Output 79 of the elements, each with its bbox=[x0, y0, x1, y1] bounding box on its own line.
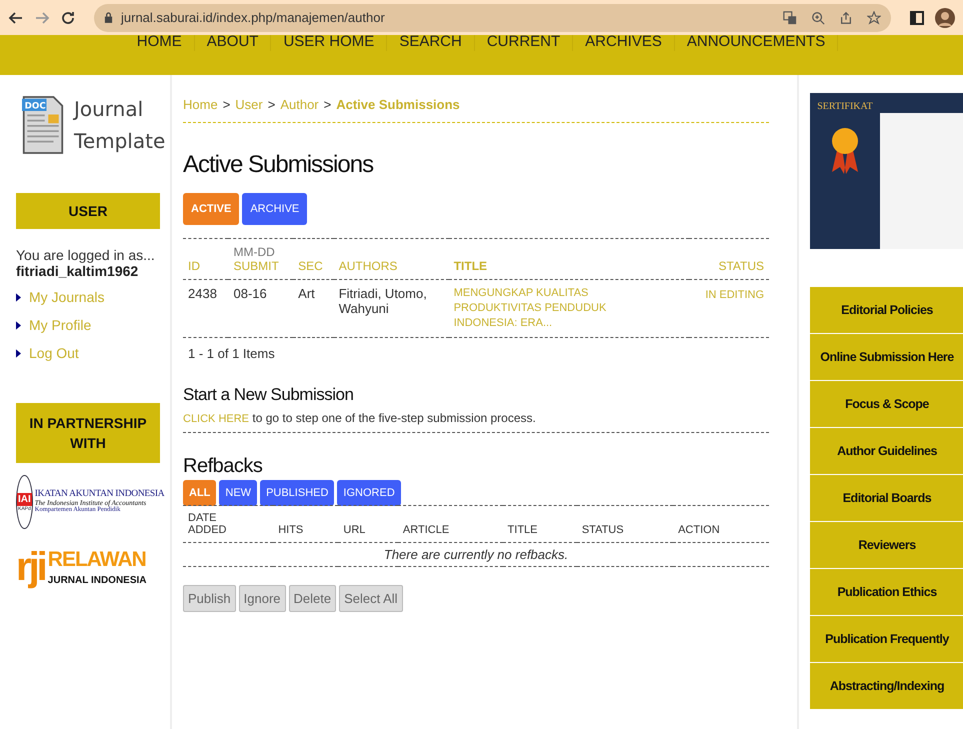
nav-link[interactable]: ABOUT bbox=[194, 35, 272, 51]
column-header: STATUS bbox=[582, 524, 625, 536]
empty-message: There are currently no refbacks. bbox=[384, 547, 568, 562]
bullet-icon bbox=[16, 292, 21, 302]
side-panel-icon[interactable] bbox=[909, 10, 925, 26]
sidebar-menu-item[interactable]: Publication Ethics bbox=[810, 569, 963, 615]
logo-text: Template bbox=[74, 128, 166, 155]
avatar-icon[interactable] bbox=[935, 8, 955, 28]
logo-text: JURNAL INDONESIA bbox=[48, 575, 147, 586]
filter-tab[interactable]: NEW bbox=[219, 480, 258, 506]
reload-icon[interactable] bbox=[60, 10, 76, 26]
back-icon[interactable] bbox=[8, 10, 24, 26]
lock-icon bbox=[104, 12, 113, 23]
sidebar-menu-item[interactable]: Reviewers bbox=[810, 522, 963, 568]
star-icon[interactable] bbox=[867, 10, 881, 24]
nav-link[interactable]: ARCHIVES bbox=[573, 35, 675, 51]
breadcrumb-separator: > bbox=[268, 97, 276, 112]
action-button[interactable]: Ignore bbox=[238, 585, 286, 612]
tab[interactable]: ARCHIVE bbox=[242, 193, 308, 225]
breadcrumb-separator: > bbox=[222, 97, 230, 112]
column-header: MM-DD bbox=[233, 245, 276, 259]
logo-mark: rji bbox=[16, 544, 45, 591]
nav-link[interactable]: HOME bbox=[124, 35, 195, 51]
sidebar-menu-item[interactable]: Publication Frequently bbox=[810, 616, 963, 662]
document-icon bbox=[22, 96, 64, 154]
column-header: HITS bbox=[278, 524, 304, 536]
zoom-icon[interactable] bbox=[811, 10, 825, 24]
item-count: 1 - 1 of 1 Items bbox=[187, 345, 276, 361]
section-title: Start a New Submission bbox=[183, 385, 354, 405]
table-cell: 2438 bbox=[188, 286, 217, 301]
address-bar[interactable]: jurnal.saburai.id/index.php/manajemen/author bbox=[94, 4, 891, 32]
filter-tab[interactable]: PUBLISHED bbox=[260, 480, 334, 506]
section-title: Refbacks bbox=[183, 455, 264, 478]
url-text: jurnal.saburai.id/index.php/manajemen/author bbox=[121, 10, 385, 25]
column-header: ACTION bbox=[678, 524, 721, 536]
breadcrumb-separator: > bbox=[324, 97, 332, 112]
bullet-icon bbox=[16, 348, 21, 358]
sidebar-heading: IN PARTNERSHIP WITH bbox=[16, 403, 160, 463]
sidebar-menu-item[interactable]: Online Submission Here bbox=[810, 334, 963, 380]
login-status: You are logged in as... bbox=[16, 247, 156, 263]
breadcrumb-current: Active Submissions bbox=[336, 97, 460, 112]
doc-label: DOC bbox=[22, 98, 46, 112]
sidebar-menu-item[interactable]: Abstracting/Indexing bbox=[810, 663, 963, 709]
filter-tab[interactable]: IGNORED bbox=[337, 480, 401, 506]
column-header: URL bbox=[343, 524, 366, 536]
logo-text: RELAWAN bbox=[48, 547, 147, 573]
column-header: ADDED bbox=[188, 524, 228, 536]
bullet-icon bbox=[16, 320, 21, 330]
page-title: Active Submissions bbox=[183, 151, 374, 179]
certificate-title: SERTIFIKAT bbox=[817, 101, 873, 112]
table-cell: Fitriadi, Utomo, Wahyuni bbox=[338, 286, 427, 316]
share-icon[interactable] bbox=[839, 10, 853, 24]
action-button[interactable]: Select All bbox=[339, 585, 403, 612]
nav-link[interactable]: SEARCH bbox=[387, 35, 475, 51]
nav-link[interactable]: ANNOUNCEMENTS bbox=[674, 35, 838, 51]
logo-text: Journal bbox=[74, 96, 144, 123]
column-header: DATE bbox=[188, 512, 218, 524]
sidebar-heading: USER bbox=[16, 193, 160, 229]
sidebar-menu-item[interactable]: Focus & Scope bbox=[810, 381, 963, 427]
translate-icon[interactable] bbox=[783, 10, 797, 24]
sidebar-menu-item[interactable]: Editorial Boards bbox=[810, 475, 963, 521]
table-cell: Art bbox=[298, 286, 315, 301]
column-header: ARTICLE bbox=[402, 524, 450, 536]
tab[interactable]: ACTIVE bbox=[183, 193, 240, 225]
filter-tab[interactable]: ALL bbox=[183, 480, 216, 506]
instruction-text: CLICK HERE to go to step one of the five-step submission process. bbox=[183, 411, 769, 433]
logo-text: IKATAN AKUNTAN INDONESIA bbox=[34, 490, 164, 500]
logo-mark: IAI bbox=[17, 492, 32, 506]
certificate-image[interactable]: SERTIFIKAT bbox=[810, 93, 963, 249]
table-cell: 08-16 bbox=[233, 286, 267, 301]
action-button[interactable]: Delete bbox=[288, 585, 336, 612]
column-header: TITLE bbox=[508, 524, 538, 536]
sidebar-menu-item[interactable]: Author Guidelines bbox=[810, 428, 963, 474]
sidebar-menu-item[interactable]: Editorial Policies bbox=[810, 287, 963, 333]
action-button[interactable]: Publish bbox=[183, 585, 236, 612]
username: fitriadi_kaltim1962 bbox=[16, 263, 140, 279]
medal-icon bbox=[830, 126, 860, 176]
nav-link[interactable]: USER HOME bbox=[271, 35, 388, 51]
nav-link[interactable]: CURRENT bbox=[474, 35, 574, 51]
